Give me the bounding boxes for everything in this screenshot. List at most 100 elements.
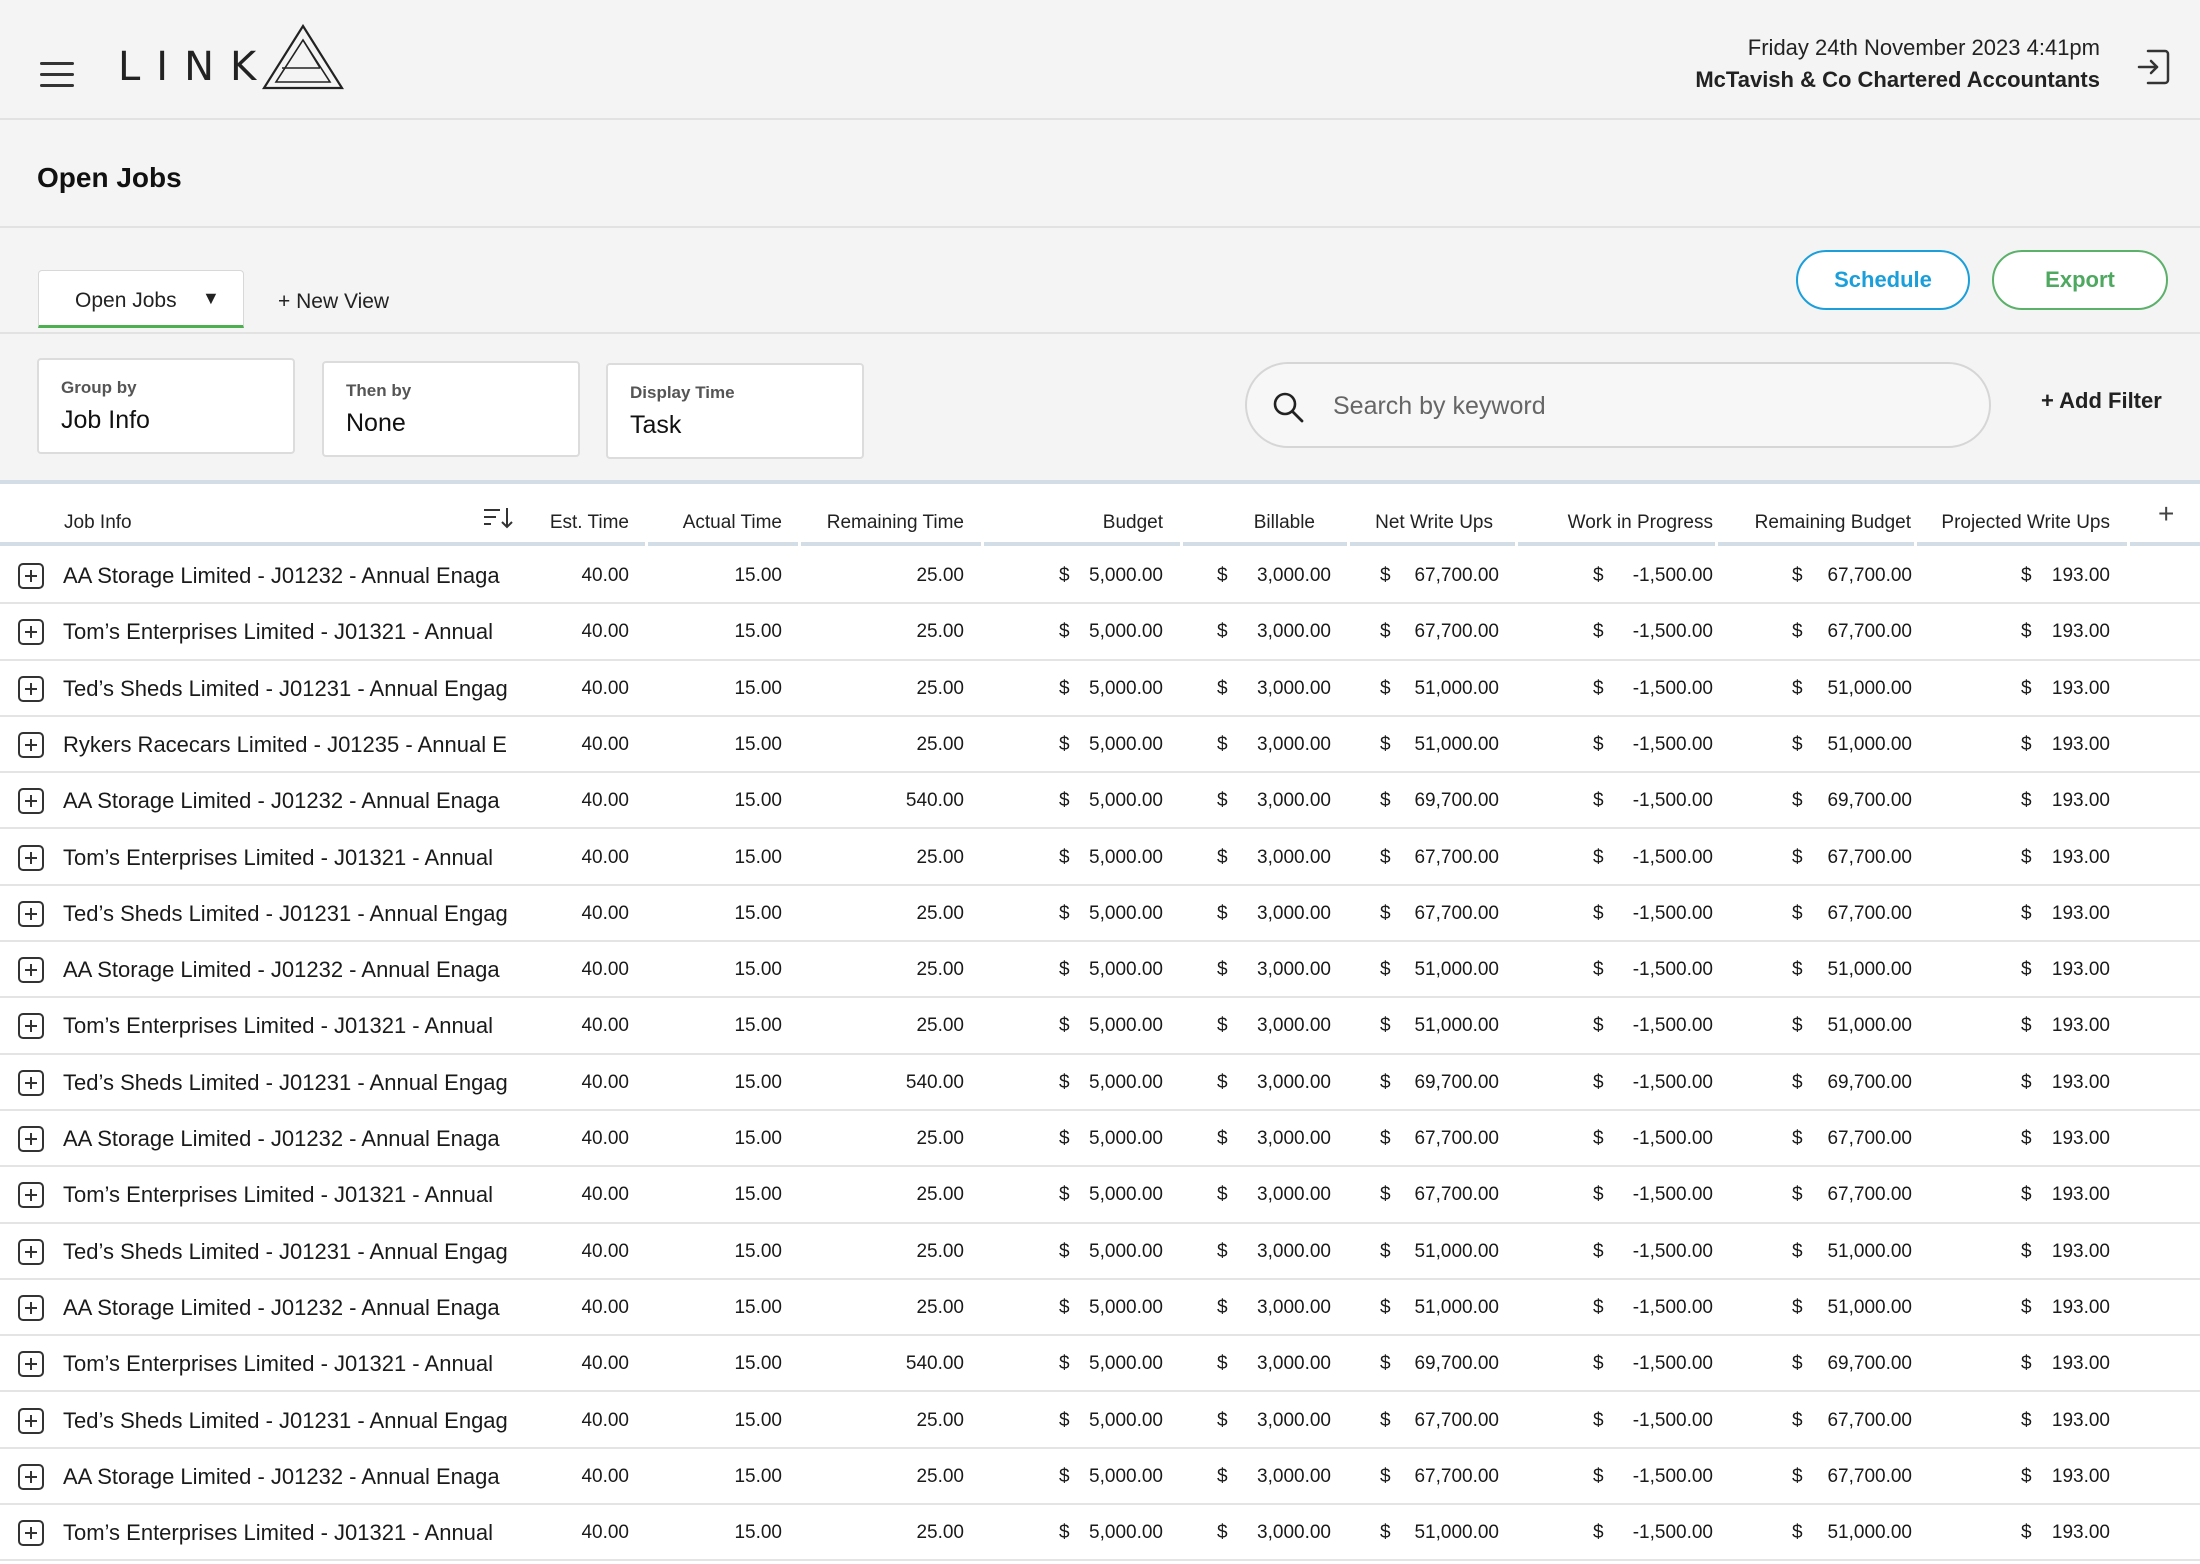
hamburger-menu-icon[interactable] — [40, 62, 74, 88]
expand-row-icon[interactable] — [18, 1069, 44, 1096]
table-row[interactable]: Ted’s Sheds Limited - J01231 - Annual En… — [0, 1393, 2200, 1449]
expand-row-icon[interactable] — [18, 619, 44, 646]
job-info-cell[interactable]: Tom’s Enterprises Limited - J01321 - Ann… — [63, 998, 523, 1054]
table-row[interactable]: Tom’s Enterprises Limited - J01321 - Ann… — [0, 1336, 2200, 1393]
table-row[interactable]: AA Storage Limited - J01232 - Annual Ena… — [0, 773, 2200, 830]
job-info-cell[interactable]: AA Storage Limited - J01232 - Annual Ena… — [63, 1280, 523, 1336]
net-cell: 51,000.00 — [1414, 1522, 1499, 1544]
table-row[interactable]: Ted’s Sheds Limited - J01231 - Annual En… — [0, 886, 2200, 943]
proj-cell: 193.00 — [2051, 1128, 2110, 1149]
billable-cell: 3,000.00 — [1257, 1015, 1331, 1037]
expand-row-icon[interactable] — [18, 731, 44, 758]
actual-cell: 15.00 — [734, 565, 782, 586]
table-row[interactable]: AA Storage Limited - J01232 - Annual Ena… — [0, 942, 2200, 999]
column-header-actual-time[interactable]: Actual Time — [648, 484, 798, 546]
table-row[interactable]: Ted’s Sheds Limited - J01231 - Annual En… — [0, 661, 2200, 717]
net-cell: 67,700.00 — [1414, 902, 1499, 924]
job-info-cell[interactable]: Rykers Racecars Limited - J01235 - Annua… — [63, 717, 523, 773]
rem-budget-cell: 69,700.00 — [1827, 790, 1912, 812]
sort-icon[interactable] — [482, 506, 514, 530]
job-info-cell[interactable]: Ted’s Sheds Limited - J01231 - Annual En… — [63, 886, 523, 942]
logout-icon[interactable] — [2136, 48, 2170, 86]
budget-cell: 5,000.00 — [1089, 1465, 1163, 1487]
expand-row-icon[interactable] — [18, 1182, 44, 1209]
billable-cell: 3,000.00 — [1257, 1409, 1331, 1431]
add-column-icon[interactable]: + — [2158, 498, 2174, 530]
table-row[interactable]: Tom’s Enterprises Limited - J01321 - Ann… — [0, 830, 2200, 886]
job-info-cell[interactable]: AA Storage Limited - J01232 - Annual Ena… — [63, 773, 523, 829]
export-button[interactable]: Export — [1992, 250, 2168, 310]
table-row[interactable]: Tom’s Enterprises Limited - J01321 - Ann… — [0, 604, 2200, 661]
job-info-cell[interactable]: AA Storage Limited - J01232 - Annual Ena… — [63, 1111, 523, 1167]
job-info-cell[interactable]: Tom’s Enterprises Limited - J01321 - Ann… — [63, 604, 523, 660]
expand-row-icon[interactable] — [18, 1351, 44, 1378]
expand-row-icon[interactable] — [18, 844, 44, 871]
billable-cell: 3,000.00 — [1257, 1071, 1331, 1093]
column-header-billable[interactable]: Billable — [1183, 484, 1347, 546]
expand-row-icon[interactable] — [18, 788, 44, 815]
table-row[interactable]: AA Storage Limited - J01232 - Annual Ena… — [0, 1449, 2200, 1506]
expand-row-icon[interactable] — [18, 1126, 44, 1152]
column-header-projected-write-ups[interactable]: Projected Write Ups — [1917, 484, 2127, 546]
expand-row-icon[interactable] — [18, 563, 44, 589]
column-header-remaining-budget[interactable]: Remaining Budget — [1718, 484, 1914, 546]
table-row[interactable]: Tom’s Enterprises Limited - J01321 - Ann… — [0, 1167, 2200, 1224]
group-by-select[interactable]: Group by Job Info — [37, 358, 295, 454]
job-info-cell[interactable]: Tom’s Enterprises Limited - J01321 - Ann… — [63, 830, 523, 886]
view-tab-open-jobs[interactable]: Open Jobs ▼ — [38, 270, 244, 328]
expand-row-icon[interactable] — [18, 1013, 44, 1040]
expand-row-icon[interactable] — [18, 1238, 44, 1265]
net-cell: 67,700.00 — [1414, 1184, 1499, 1206]
then-by-select[interactable]: Then by None — [322, 361, 580, 457]
expand-row-icon[interactable] — [18, 957, 44, 984]
column-header-budget[interactable]: Budget — [984, 484, 1180, 546]
table-row[interactable]: Ted’s Sheds Limited - J01231 - Annual En… — [0, 1055, 2200, 1111]
schedule-button[interactable]: Schedule — [1796, 250, 1970, 310]
est-cell: 40.00 — [581, 1296, 629, 1318]
expand-row-icon[interactable] — [18, 1520, 44, 1547]
table-row[interactable]: AA Storage Limited - J01232 - Annual Ena… — [0, 1111, 2200, 1168]
actual-cell: 15.00 — [734, 1409, 782, 1431]
net-cell: 51,000.00 — [1414, 733, 1499, 755]
expand-row-icon[interactable] — [18, 1463, 44, 1490]
job-info-cell[interactable]: Ted’s Sheds Limited - J01231 - Annual En… — [63, 1393, 523, 1449]
expand-row-icon[interactable] — [18, 1407, 44, 1434]
proj-cell: 193.00 — [2051, 959, 2110, 981]
table-row[interactable]: AA Storage Limited - J01232 - Annual Ena… — [0, 1280, 2200, 1337]
column-header-work-in-progress[interactable]: Work in Progress — [1518, 484, 1715, 546]
expand-row-icon[interactable] — [18, 900, 44, 927]
rem-budget-cell: 67,700.00 — [1827, 1128, 1912, 1149]
job-info-cell[interactable]: Tom’s Enterprises Limited - J01321 - Ann… — [63, 1336, 523, 1392]
column-header-remaining-time[interactable]: Remaining Time — [801, 484, 981, 546]
billable-cell: 3,000.00 — [1257, 959, 1331, 981]
table-row[interactable]: Ted’s Sheds Limited - J01231 - Annual En… — [0, 1224, 2200, 1280]
column-header-net-write-ups[interactable]: Net Write Ups — [1350, 484, 1515, 546]
add-filter-button[interactable]: + Add Filter — [2041, 388, 2162, 414]
table-row[interactable]: Rykers Racecars Limited - J01235 - Annua… — [0, 717, 2200, 774]
job-info-cell[interactable]: AA Storage Limited - J01232 - Annual Ena… — [63, 1449, 523, 1505]
table-row[interactable]: Tom’s Enterprises Limited - J01321 - Ann… — [0, 1505, 2200, 1562]
budget-cell: 5,000.00 — [1089, 846, 1163, 868]
job-info-cell[interactable]: Ted’s Sheds Limited - J01231 - Annual En… — [63, 1224, 523, 1280]
expand-row-icon[interactable] — [18, 675, 44, 702]
job-info-cell[interactable]: Tom’s Enterprises Limited - J01321 - Ann… — [63, 1505, 523, 1561]
table-row[interactable]: AA Storage Limited - J01232 - Annual Ena… — [0, 548, 2200, 605]
wip-cell: -1,500.00 — [1632, 1296, 1713, 1318]
display-time-select[interactable]: Display Time Task — [606, 363, 864, 459]
header-date-time: Friday 24th November 2023 4:41pm — [1747, 35, 2100, 60]
search-icon — [1273, 392, 1304, 423]
job-info-cell[interactable]: Ted’s Sheds Limited - J01231 - Annual En… — [63, 661, 523, 717]
job-info-cell[interactable]: Tom’s Enterprises Limited - J01321 - Ann… — [63, 1167, 523, 1223]
views-bar: Open Jobs ▼ + New View Schedule Export — [0, 230, 2200, 334]
expand-row-icon[interactable] — [18, 1294, 44, 1321]
column-header-est-time[interactable]: Est. Time — [525, 484, 645, 546]
new-view-button[interactable]: + New View — [278, 290, 389, 314]
proj-cell: 193.00 — [2051, 677, 2110, 699]
job-info-cell[interactable]: AA Storage Limited - J01232 - Annual Ena… — [63, 548, 523, 604]
job-info-cell[interactable]: AA Storage Limited - J01232 - Annual Ena… — [63, 942, 523, 998]
table-row[interactable]: Tom’s Enterprises Limited - J01321 - Ann… — [0, 998, 2200, 1055]
net-cell: 67,700.00 — [1414, 846, 1499, 868]
search-input[interactable] — [1331, 380, 1955, 432]
column-header-job-info[interactable]: Job Info — [0, 484, 525, 546]
job-info-cell[interactable]: Ted’s Sheds Limited - J01231 - Annual En… — [63, 1055, 523, 1111]
